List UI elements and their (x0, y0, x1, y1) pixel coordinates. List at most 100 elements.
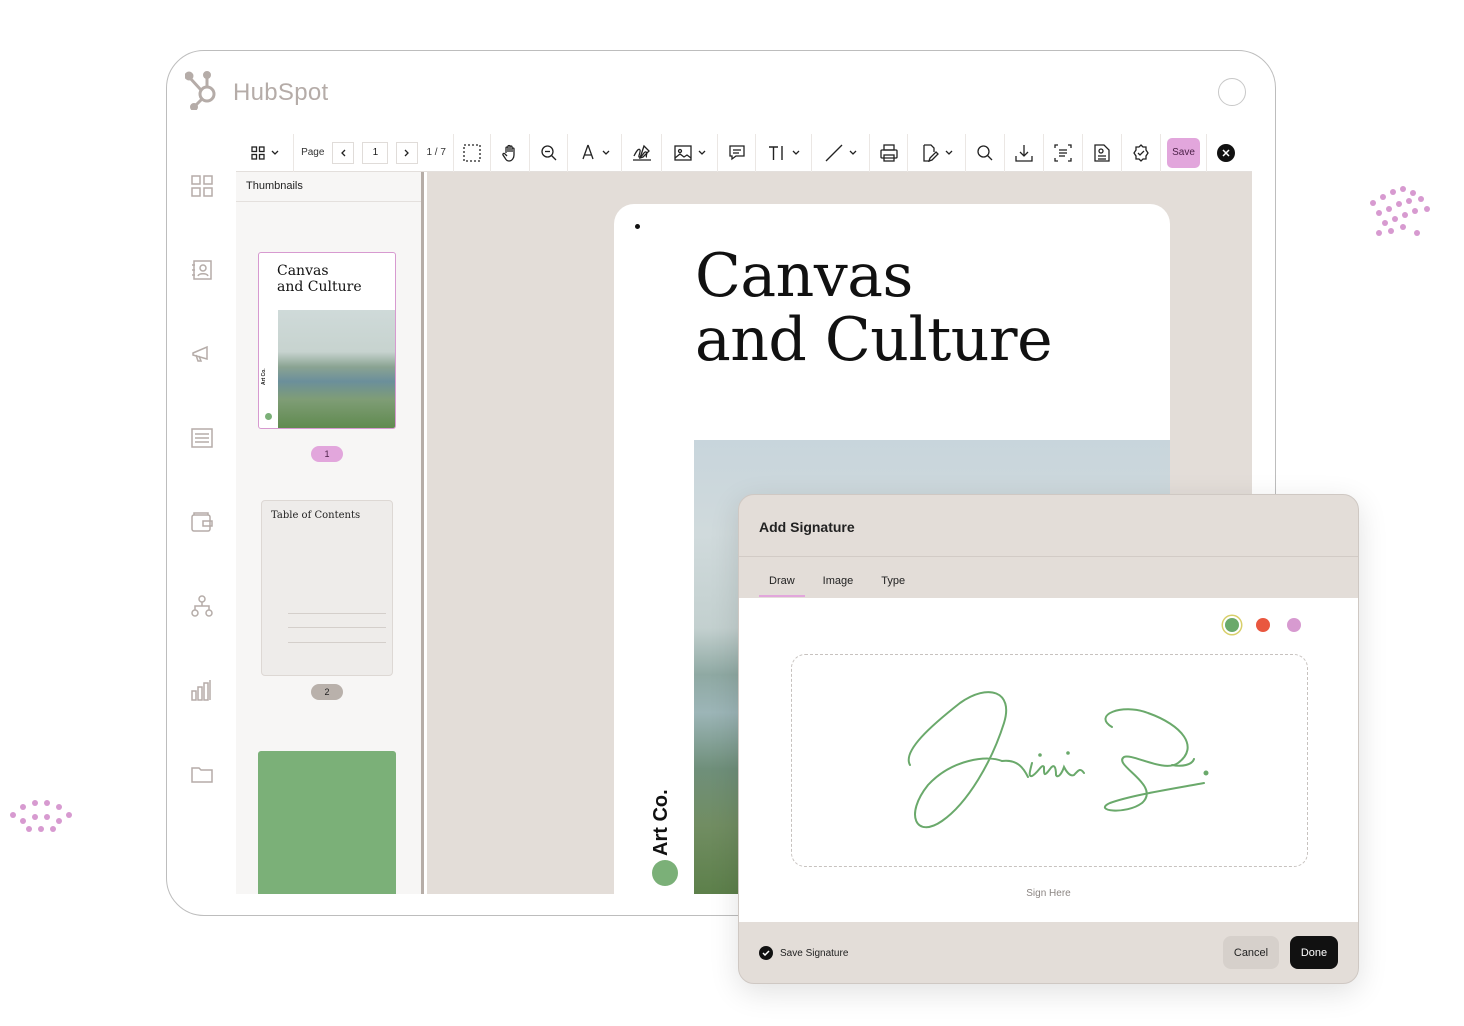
toc-line (288, 642, 386, 643)
dashboard-grid-icon[interactable] (190, 174, 214, 198)
signature-canvas[interactable] (791, 654, 1308, 867)
document-brand-dot (652, 860, 678, 886)
camera-icon (1218, 78, 1246, 106)
save-signature-checkbox[interactable]: Save Signature (759, 946, 848, 960)
workflow-icon[interactable] (190, 594, 214, 618)
printer-icon (879, 143, 898, 162)
close-icon (1222, 148, 1230, 157)
decorative-dots-left (8, 796, 74, 836)
search-icon (976, 144, 994, 162)
document-title: Canvas and Culture (695, 241, 1053, 375)
save-signature-label: Save Signature (780, 947, 849, 959)
sign-here-hint: Sign Here (1026, 888, 1071, 899)
fill-sign-menu[interactable] (908, 133, 966, 172)
page-number-input[interactable]: 1 (362, 141, 389, 164)
layout-menu[interactable] (236, 133, 294, 172)
modal-divider (739, 556, 1358, 557)
chevron-down-icon (602, 150, 610, 156)
draw-area: Sign Here (739, 598, 1358, 922)
grid-view-icon (250, 145, 265, 160)
modal-footer: Save Signature Cancel Done (739, 922, 1358, 983)
text-select-icon (1054, 143, 1072, 162)
tab-draw[interactable]: Draw (759, 569, 805, 597)
decorative-dots-right (1368, 184, 1432, 244)
thumbnail-toc-title: Table of Contents (271, 510, 361, 521)
thumbnail-brand-dot (265, 413, 272, 420)
save-cell: Save (1161, 133, 1207, 172)
thumbnail-page-2[interactable]: Table of Contents (261, 500, 393, 676)
line-icon (825, 144, 843, 162)
thumbnail-title-line-2: and Culture (277, 279, 362, 295)
document-properties-button[interactable] (1083, 133, 1122, 172)
hubspot-sprocket-icon (184, 70, 219, 115)
chevron-down-icon (698, 150, 706, 156)
thumbnails-panel: Thumbnails Canvas and Culture Art Co. 1 … (236, 172, 424, 894)
modal-title: Add Signature (759, 519, 855, 535)
chevron-down-icon (271, 150, 279, 156)
text-tool-menu[interactable] (756, 133, 812, 172)
reports-bar-chart-icon[interactable] (190, 678, 214, 702)
thumbnail-title: Canvas and Culture (277, 263, 362, 295)
verified-badge-icon (1132, 143, 1150, 162)
marquee-select-icon (463, 143, 481, 162)
marquee-select-button[interactable] (454, 133, 491, 172)
document-title-line-1: Canvas (695, 241, 913, 311)
wallet-icon[interactable] (190, 510, 214, 534)
close-cell (1207, 134, 1245, 172)
thumbnail-page-1[interactable]: Canvas and Culture Art Co. (258, 252, 396, 429)
save-button[interactable]: Save (1167, 137, 1200, 168)
hand-icon (501, 144, 519, 162)
search-button[interactable] (966, 133, 1005, 172)
thumbnail-painting (278, 310, 395, 428)
color-swatch-red[interactable] (1256, 618, 1270, 632)
signature-pen-icon (632, 144, 652, 162)
page-badge-1: 1 (311, 446, 343, 462)
brand-logo: HubSpot (184, 70, 329, 115)
toc-line (288, 627, 386, 628)
page-count: 1 / 7 (426, 147, 446, 158)
content-document-icon[interactable] (190, 426, 214, 450)
chevron-down-icon (849, 150, 857, 156)
verify-button[interactable] (1122, 133, 1161, 172)
image-tool-menu[interactable] (662, 133, 718, 172)
done-button[interactable]: Done (1290, 936, 1338, 969)
brand-name: HubSpot (233, 78, 329, 106)
thumbnail-title-line-1: Canvas (277, 263, 329, 279)
previous-page-button[interactable] (332, 141, 355, 164)
tab-type[interactable]: Type (871, 569, 915, 597)
thumbnail-page-3[interactable] (258, 751, 396, 894)
pen-tool-menu[interactable] (568, 133, 622, 172)
page-navigator: Page 1 1 / 7 (294, 133, 454, 172)
signature-tabs: Draw Image Type (759, 569, 923, 597)
thumbnail-side-brand: Art Co. (261, 368, 267, 385)
text-select-button[interactable] (1044, 133, 1083, 172)
comment-icon (728, 144, 746, 162)
pan-tool-button[interactable] (491, 133, 530, 172)
pdf-toolbar: Page 1 1 / 7 Save (236, 133, 1252, 172)
page-label: Page (301, 147, 325, 158)
line-tool-menu[interactable] (812, 133, 870, 172)
download-button[interactable] (1005, 133, 1044, 172)
comment-button[interactable] (718, 133, 756, 172)
folder-icon[interactable] (190, 762, 214, 786)
document-info-icon (1094, 143, 1110, 162)
color-swatch-green[interactable] (1225, 618, 1239, 632)
tab-image[interactable]: Image (813, 569, 864, 597)
checkmark-icon (759, 946, 773, 960)
cancel-button[interactable]: Cancel (1223, 936, 1279, 969)
contacts-icon[interactable] (190, 258, 214, 282)
add-signature-modal: Add Signature Draw Image Type Sign Here (738, 494, 1359, 984)
color-swatch-pink[interactable] (1287, 618, 1301, 632)
zoom-out-button[interactable] (530, 133, 568, 172)
next-page-button[interactable] (396, 141, 419, 164)
document-brand: Art Co. (650, 789, 672, 856)
print-button[interactable] (870, 133, 908, 172)
text-cursor-icon (768, 145, 786, 161)
thumbnails-title: Thumbnails (236, 172, 421, 202)
marketing-megaphone-icon[interactable] (190, 342, 214, 366)
document-title-line-2: and Culture (695, 305, 1053, 375)
close-button[interactable] (1217, 143, 1235, 162)
signature-tool-button[interactable] (622, 133, 662, 172)
download-icon (1015, 144, 1033, 162)
image-icon (673, 144, 692, 161)
